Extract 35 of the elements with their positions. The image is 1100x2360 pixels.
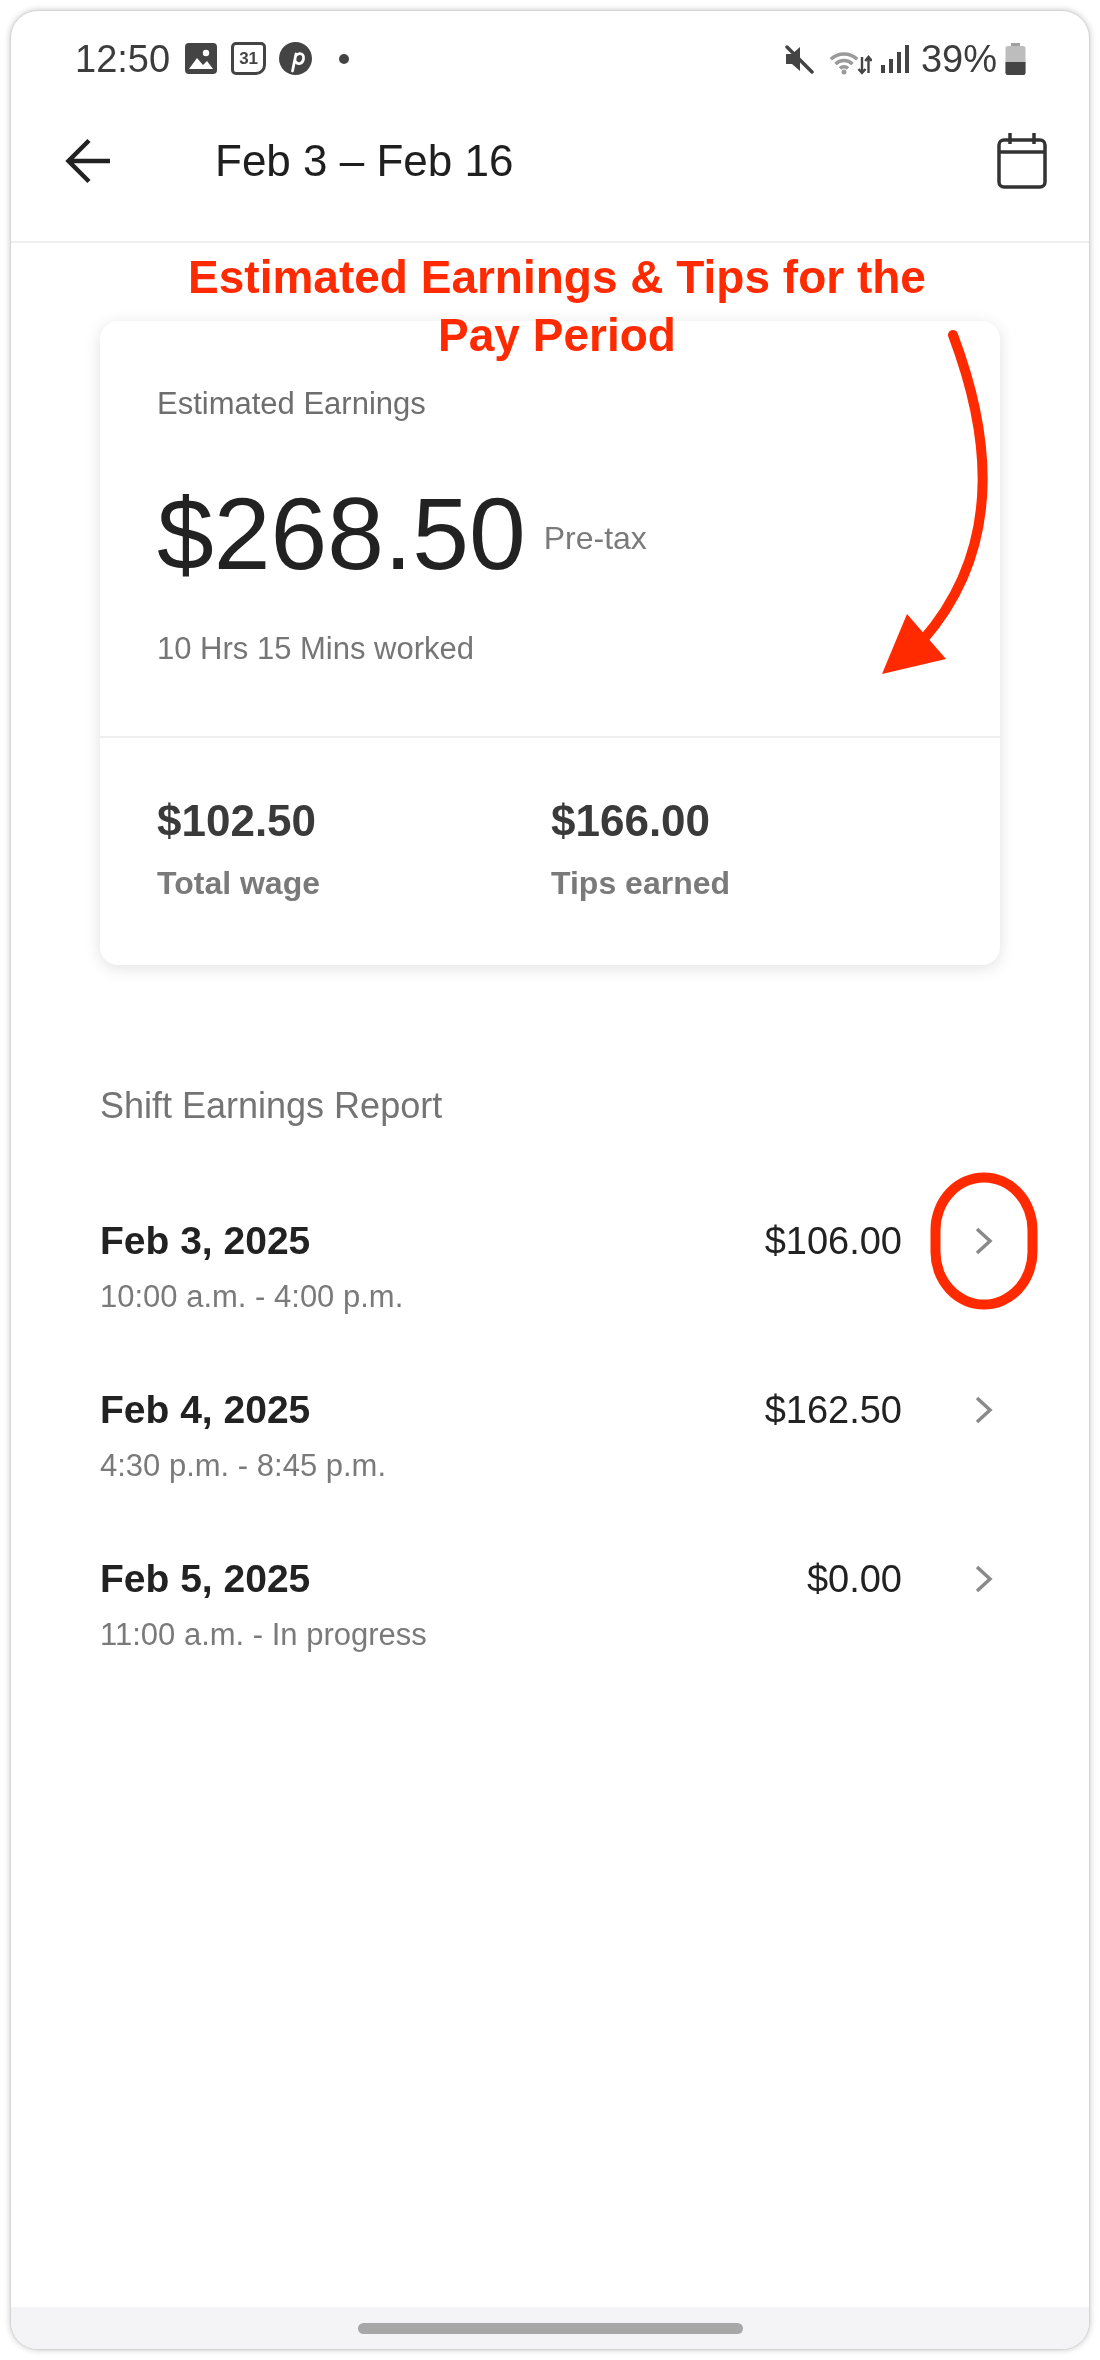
shift-amount: $0.00 <box>806 1557 902 1602</box>
stat-value: $166.00 <box>551 795 711 847</box>
annotation-text: Estimated Earnings & Tips for the Pay Period <box>187 250 927 363</box>
signal-icon <box>880 44 909 73</box>
shift-date: Feb 5, 2025 <box>100 1556 311 1602</box>
status-time: 12:50 <box>75 36 171 81</box>
stat-label: Total wage <box>157 864 320 902</box>
shift-time: 10:00 a.m. - 4:00 p.m. <box>100 1278 404 1316</box>
pre-tax-note: Pre-tax <box>543 519 647 557</box>
chevron-right-icon[interactable] <box>974 1226 994 1256</box>
shift-amount: $162.50 <box>764 1388 902 1433</box>
shift-time: 4:30 p.m. - 8:45 p.m. <box>100 1447 387 1485</box>
image-icon <box>185 43 218 74</box>
dot-icon <box>339 53 350 64</box>
battery-icon <box>1005 42 1026 75</box>
stat-value: $102.50 <box>157 795 317 847</box>
chevron-right-icon[interactable] <box>974 1564 994 1594</box>
hours-worked: 10 Hrs 15 Mins worked <box>157 631 474 667</box>
section-title: Shift Earnings Report <box>100 1085 443 1127</box>
back-arrow-icon[interactable] <box>64 136 112 185</box>
card-label: Estimated Earnings <box>157 386 426 422</box>
calendar-icon[interactable] <box>997 132 1047 189</box>
shift-date: Feb 4, 2025 <box>100 1387 311 1433</box>
shift-date: Feb 3, 2025 <box>100 1218 311 1264</box>
battery-percent: 39% <box>920 36 997 81</box>
pay-period-title: Feb 3 – Feb 16 <box>215 134 514 187</box>
shift-time: 11:00 a.m. - In progress <box>100 1616 427 1654</box>
mute-icon <box>782 43 815 74</box>
home-indicator[interactable] <box>357 2322 743 2334</box>
stat-label: Tips earned <box>551 864 731 902</box>
circle-logo-icon <box>279 42 313 75</box>
estimated-amount: $268.50 <box>157 478 526 590</box>
calendar-notification-icon: 31 <box>231 42 267 75</box>
chevron-right-icon[interactable] <box>974 1395 994 1425</box>
shift-amount: $106.00 <box>764 1219 902 1264</box>
